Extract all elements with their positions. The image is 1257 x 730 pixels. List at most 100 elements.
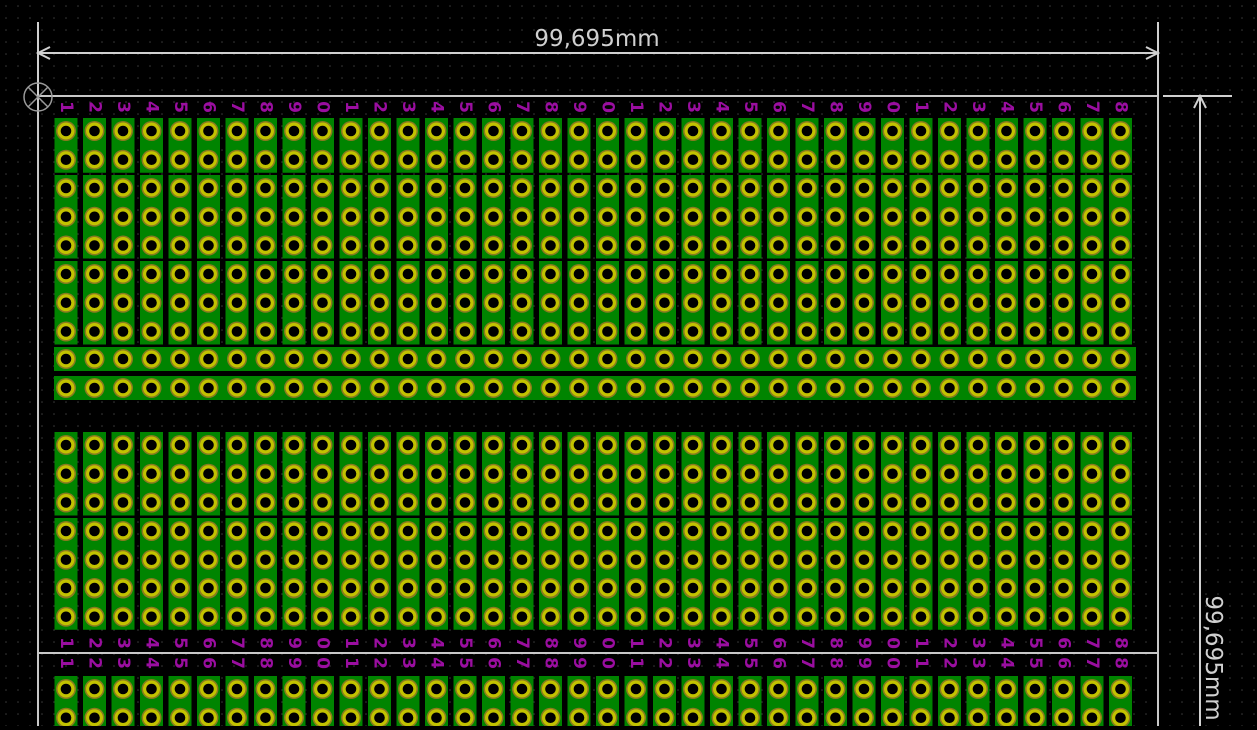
- pad-drill: [402, 326, 414, 337]
- pad-drill: [630, 211, 642, 223]
- pad-drill: [1115, 182, 1126, 194]
- pad-drill: [1058, 268, 1069, 280]
- pad-drill: [915, 497, 927, 508]
- pad-drill: [687, 297, 699, 309]
- pcb-canvas[interactable]: 1234567890123456789012345678901234567812…: [0, 0, 1257, 730]
- pad-drill: [801, 326, 813, 337]
- pad-drill: [944, 268, 955, 280]
- pad-drill: [288, 497, 300, 508]
- column-label: 9: [569, 657, 589, 669]
- pad-drill: [60, 382, 72, 394]
- pad-drill: [345, 439, 357, 451]
- pad-drill: [573, 182, 585, 194]
- pad-drill: [545, 468, 556, 480]
- pad-drill: [602, 240, 613, 251]
- pad-drill: [402, 154, 414, 166]
- pad-drill: [573, 554, 585, 566]
- column-label: 3: [968, 657, 988, 669]
- pad-drill: [374, 611, 385, 623]
- pcb-layout-view[interactable]: 1 2 3 4 5 6 7 8 9 0 1 2 3 4 5 6 7 8 9 0 1 2 3 4 5 6 7 8 9 0 1 2 3 4 5 6 7 81 2…: [0, 0, 1257, 730]
- pad-drill: [260, 497, 271, 508]
- pad-drill: [374, 240, 385, 251]
- pad-drill: [1001, 326, 1012, 337]
- pad-drill: [402, 211, 414, 223]
- pad-drill: [317, 611, 328, 623]
- height-dimension-label[interactable]: 99,695mm: [1200, 595, 1226, 720]
- pad-drill: [972, 712, 984, 724]
- pad-drill: [887, 268, 898, 280]
- pad-drill: [174, 582, 186, 594]
- pad-drill: [317, 439, 328, 451]
- pad-drill: [716, 582, 727, 594]
- column-label: 5: [455, 101, 475, 113]
- column-label: 0: [313, 101, 333, 113]
- pad-drill: [402, 468, 414, 480]
- pad-drill: [972, 683, 984, 695]
- pad-drill: [915, 683, 927, 695]
- pad-drill: [944, 712, 955, 724]
- column-label: 3: [398, 637, 418, 649]
- pad-drill: [687, 468, 699, 480]
- pad-drill: [89, 611, 100, 623]
- pad-drill: [830, 382, 841, 394]
- pad-drill: [488, 326, 499, 337]
- pad-drill: [431, 497, 442, 508]
- column-label: 9: [854, 657, 874, 669]
- pad-drill: [944, 382, 955, 394]
- pad-drill: [573, 712, 585, 724]
- pad-drill: [1029, 154, 1041, 166]
- pad-drill: [830, 582, 841, 594]
- pad-drill: [659, 240, 670, 251]
- pad-drill: [801, 712, 813, 724]
- column-label: 5: [170, 637, 190, 649]
- pad-drill: [801, 611, 813, 623]
- pad-drill: [659, 382, 670, 394]
- column-label: 7: [227, 657, 247, 669]
- pad-drill: [146, 297, 157, 309]
- pad-drill: [117, 297, 129, 309]
- pad-drill: [260, 240, 271, 251]
- column-label: 5: [740, 637, 760, 649]
- pad-drill: [630, 154, 642, 166]
- pad-drill: [602, 712, 613, 724]
- column-label: 3: [968, 637, 988, 649]
- pad-drill: [744, 554, 756, 566]
- column-label: 0: [598, 637, 618, 649]
- pad-drill: [203, 468, 214, 480]
- pad-drill: [345, 497, 357, 508]
- pad-drill: [203, 125, 214, 137]
- width-dimension-label[interactable]: 99,695mm: [534, 26, 659, 52]
- pad-drill: [1058, 525, 1069, 537]
- pad-drill: [345, 525, 357, 537]
- pad-drill: [1001, 211, 1012, 223]
- pad-drill: [602, 353, 613, 365]
- pad-drill: [402, 439, 414, 451]
- column-label: 1: [56, 657, 76, 669]
- pad-drill: [801, 268, 813, 280]
- pad-drill: [972, 382, 984, 394]
- pad-drill: [431, 554, 442, 566]
- pad-drill: [488, 353, 499, 365]
- pad-drill: [1029, 712, 1041, 724]
- pad-drill: [1086, 554, 1098, 566]
- column-label: 4: [142, 657, 162, 669]
- pad-drill: [488, 611, 499, 623]
- pad-drill: [488, 554, 499, 566]
- pad-drill: [887, 554, 898, 566]
- pad-drill: [915, 154, 927, 166]
- pad-drill: [260, 582, 271, 594]
- pad-drill: [146, 582, 157, 594]
- pad-drill: [1001, 683, 1012, 695]
- pad-drill: [117, 468, 129, 480]
- pad-drill: [573, 268, 585, 280]
- pad-drill: [146, 353, 157, 365]
- pad-drill: [260, 683, 271, 695]
- pad-drill: [545, 297, 556, 309]
- pad-drill: [972, 554, 984, 566]
- pad-drill: [801, 582, 813, 594]
- pad-drill: [915, 468, 927, 480]
- pad-drill: [146, 611, 157, 623]
- pad-drill: [288, 125, 300, 137]
- pad-drill: [830, 326, 841, 337]
- pad-drill: [659, 468, 670, 480]
